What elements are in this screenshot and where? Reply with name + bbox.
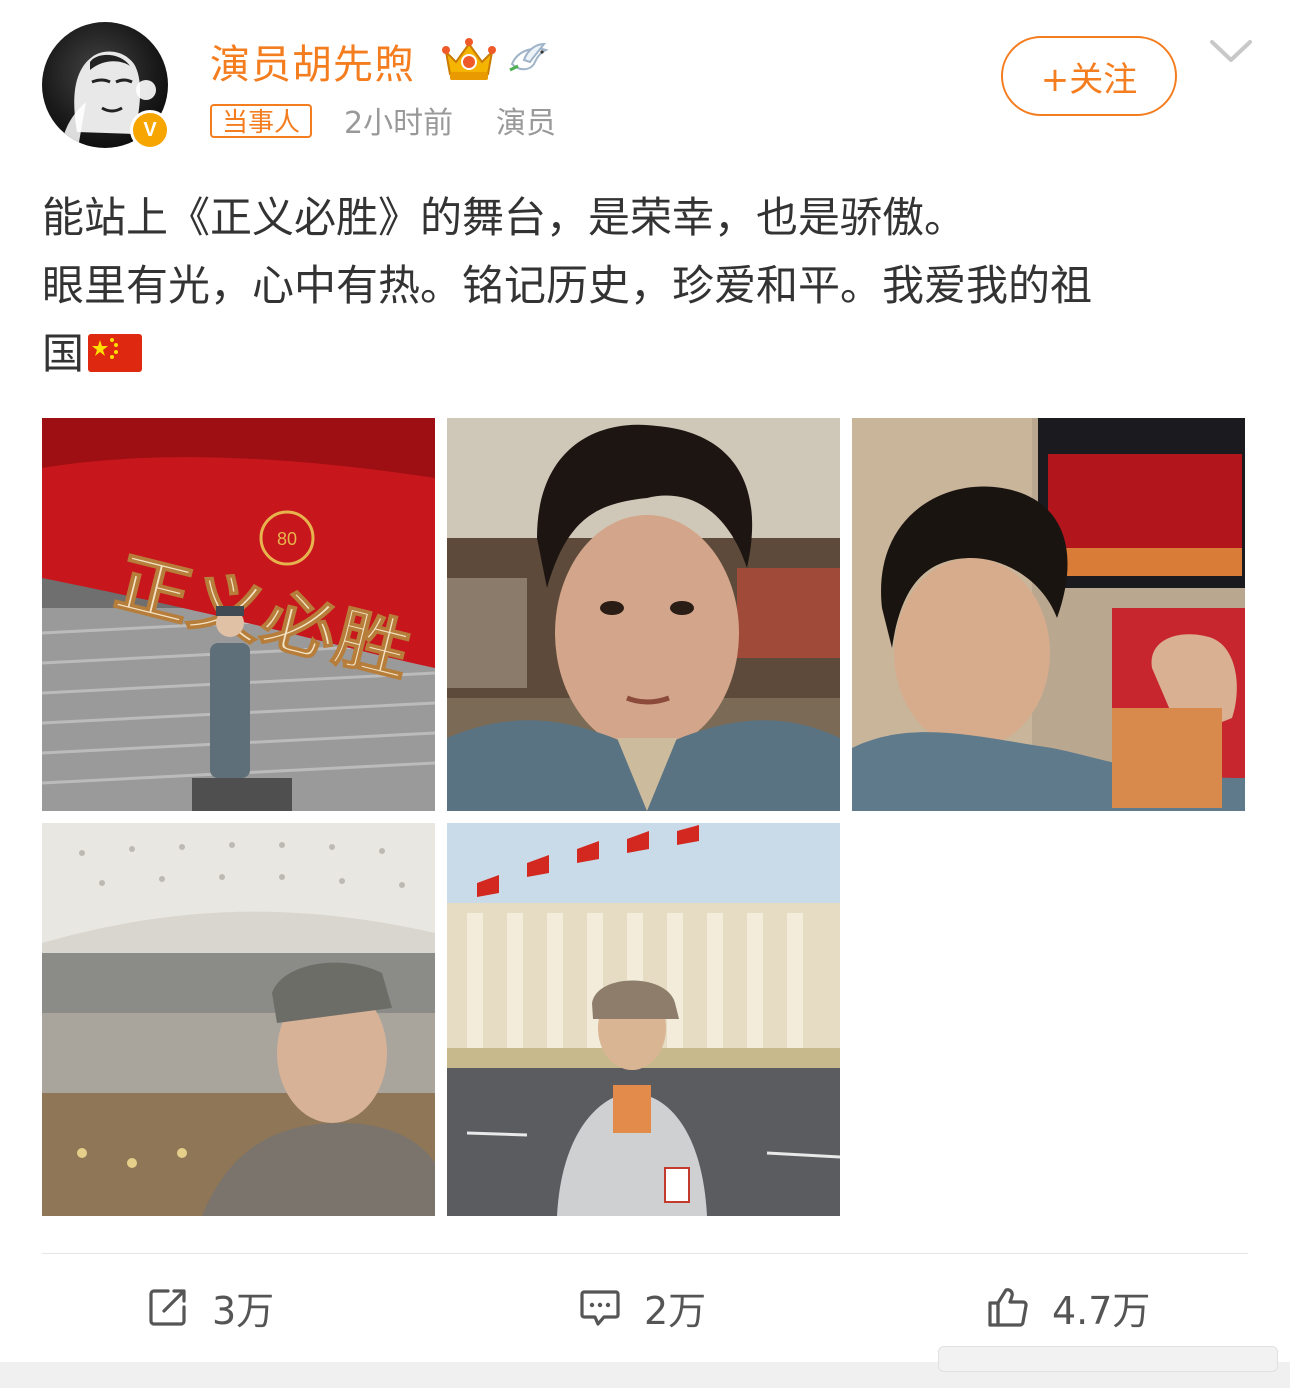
repost-icon	[149, 1289, 186, 1326]
post-source: 演员	[496, 106, 556, 141]
photo-4-auditorium[interactable]	[42, 823, 435, 1216]
china-flag-icon	[88, 334, 143, 372]
comment-count: 2万	[644, 1288, 707, 1333]
verified-badge-icon: V	[130, 110, 170, 150]
post-body: 能站上《正义必胜》的舞台，是荣幸，也是骄傲。 眼里有光，心中有热。铭记历史，珍爱…	[42, 184, 1252, 388]
crown-badge-icon[interactable]	[440, 36, 498, 82]
post-time: 2小时前	[344, 106, 454, 141]
post-line-3-text: 国	[42, 329, 85, 378]
photo-5-great-hall[interactable]	[447, 823, 840, 1216]
comment-icon	[580, 1290, 620, 1326]
comment-button[interactable]: 2万	[578, 1282, 707, 1333]
post-line-1: 能站上《正义必胜》的舞台，是荣幸，也是骄傲。	[42, 193, 967, 242]
stage-emblem-text: 80	[277, 529, 297, 549]
photo-2-selfie[interactable]	[447, 418, 840, 811]
repost-count: 3万	[212, 1288, 275, 1333]
scrollbar-thumb[interactable]	[938, 1346, 1278, 1372]
dove-badge-icon[interactable]	[504, 40, 552, 80]
follow-button[interactable]: +关注	[1001, 36, 1177, 116]
like-button[interactable]: 4.7万	[986, 1282, 1151, 1333]
post-line-2: 眼里有光，心中有热。铭记历史，珍爱和平。我爱我的祖	[42, 261, 1093, 310]
divider	[42, 1253, 1248, 1254]
photo-3-fist[interactable]	[852, 418, 1245, 811]
chevron-down-icon[interactable]	[1208, 38, 1254, 66]
photo-1-stage[interactable]: 80 正义必胜	[42, 418, 435, 811]
repost-button[interactable]: 3万	[146, 1282, 275, 1333]
username[interactable]: 演员胡先煦	[210, 32, 415, 90]
like-icon	[988, 1288, 1028, 1327]
like-count: 4.7万	[1052, 1288, 1151, 1333]
post-line-3: 国	[42, 320, 1252, 388]
tag-badge: 当事人	[210, 104, 313, 138]
